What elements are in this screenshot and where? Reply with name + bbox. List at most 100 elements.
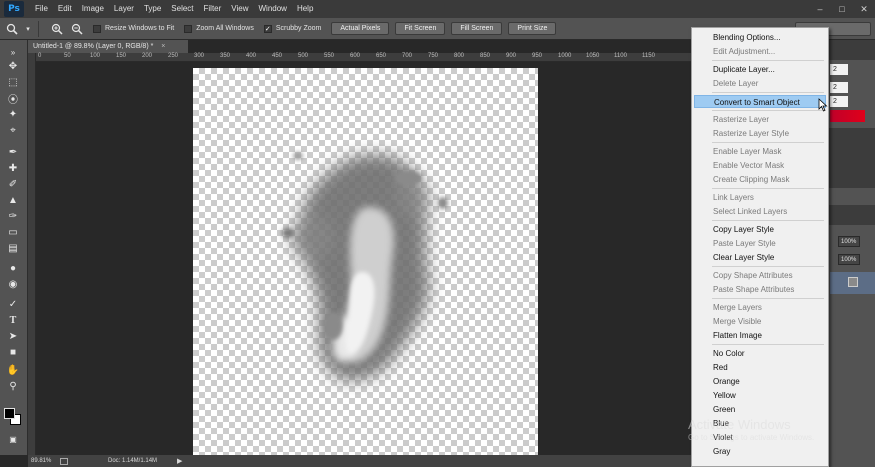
ruler-mark: 1050	[586, 53, 600, 59]
fit-screen-button[interactable]: Fit Screen	[395, 22, 446, 35]
history-brush-tool-icon[interactable]: ✑	[5, 210, 21, 223]
zoom-all-windows-checkbox[interactable]: Zoom All Windows	[184, 24, 254, 33]
menu-item-edit-adjustment[interactable]: Edit Adjustment...	[694, 45, 826, 58]
print-size-button[interactable]: Print Size	[508, 22, 557, 35]
menu-separator	[712, 344, 824, 345]
menu-item-orange[interactable]: Orange	[694, 375, 826, 388]
menu-item-duplicate-layer[interactable]: Duplicate Layer...	[694, 63, 826, 76]
opacity-field[interactable]: 100%	[838, 236, 860, 247]
zoom-in-icon[interactable]	[49, 21, 65, 37]
fill-field[interactable]: 100%	[838, 254, 860, 265]
menu-item-red[interactable]: Red	[694, 361, 826, 374]
checkbox-box[interactable]	[93, 24, 101, 33]
path-selection-tool-icon[interactable]: ➤	[5, 330, 21, 343]
document-tab[interactable]: Untitled-1 @ 89.8% (Layer 0, RGB/8) * ×	[28, 40, 188, 53]
resize-windows-checkbox[interactable]: Resize Windows to Fit	[93, 24, 175, 33]
menu-item-enable-layer-mask[interactable]: Enable Layer Mask	[694, 145, 826, 158]
menu-help[interactable]: Help	[292, 0, 318, 18]
scrubby-zoom-checkbox[interactable]: ✓ Scrubby Zoom	[263, 24, 321, 33]
image-canvas[interactable]	[193, 68, 538, 455]
menu-item-clear-layer-style[interactable]: Clear Layer Style	[694, 251, 826, 264]
menu-filter[interactable]: Filter	[199, 0, 227, 18]
color-ramp[interactable]	[830, 110, 865, 122]
menu-item-create-clipping-mask[interactable]: Create Clipping Mask	[694, 173, 826, 186]
menu-window[interactable]: Window	[254, 0, 292, 18]
divider	[38, 20, 39, 37]
menu-item-green[interactable]: Green	[694, 403, 826, 416]
menu-item-blending-options[interactable]: Blending Options...	[694, 31, 826, 44]
color-field-g[interactable]: 2	[830, 82, 848, 93]
checkmark-icon[interactable]: ✓	[263, 24, 272, 33]
crop-tool-icon[interactable]: ⌖	[5, 124, 21, 137]
zoom-out-icon[interactable]	[69, 21, 85, 37]
zoom-level[interactable]: 89.81%	[28, 458, 58, 464]
menu-item-merge-visible[interactable]: Merge Visible	[694, 315, 826, 328]
menu-item-violet[interactable]: Violet	[694, 431, 826, 444]
menu-item-paste-shape-attributes[interactable]: Paste Shape Attributes	[694, 283, 826, 296]
checkbox-label: Resize Windows to Fit	[105, 25, 175, 32]
dodge-tool-icon[interactable]: ◉	[5, 278, 21, 291]
zoom-tool-icon[interactable]	[4, 21, 20, 37]
menu-item-paste-layer-style[interactable]: Paste Layer Style	[694, 237, 826, 250]
menu-item-copy-layer-style[interactable]: Copy Layer Style	[694, 223, 826, 236]
menu-select[interactable]: Select	[166, 0, 198, 18]
collapse-icon[interactable]: »	[5, 46, 21, 59]
eraser-tool-icon[interactable]: ▭	[5, 226, 21, 239]
type-tool-icon[interactable]: T	[5, 314, 21, 327]
status-menu-arrow-icon[interactable]: ▶	[177, 457, 182, 465]
lasso-tool-icon[interactable]: ⦿	[5, 92, 21, 106]
menu-edit[interactable]: Edit	[53, 0, 77, 18]
ruler-mark: 100	[90, 53, 101, 59]
maximize-icon[interactable]: □	[831, 0, 853, 18]
blur-tool-icon[interactable]: ●	[5, 262, 21, 275]
menu-item-copy-shape-attributes[interactable]: Copy Shape Attributes	[694, 269, 826, 282]
ruler-mark: 1100	[614, 53, 627, 59]
chevron-down-icon[interactable]: ▾	[24, 21, 32, 37]
shape-tool-icon[interactable]: ■	[5, 346, 21, 359]
menu-item-convert-to-smart-object[interactable]: Convert to Smart Object	[694, 95, 826, 108]
pen-tool-icon[interactable]: ✓	[5, 298, 21, 311]
menu-item-select-linked-layers[interactable]: Select Linked Layers	[694, 205, 826, 218]
gradient-tool-icon[interactable]: ▤	[5, 242, 21, 255]
menu-item-link-layers[interactable]: Link Layers	[694, 191, 826, 204]
menu-item-flatten-image[interactable]: Flatten Image	[694, 329, 826, 342]
menu-item-enable-vector-mask[interactable]: Enable Vector Mask	[694, 159, 826, 172]
color-field-r[interactable]: 2	[830, 64, 848, 75]
layer-thumbnail-icon	[848, 277, 858, 287]
menu-image[interactable]: Image	[77, 0, 109, 18]
menu-file[interactable]: File	[30, 0, 53, 18]
menu-item-blue[interactable]: Blue	[694, 417, 826, 430]
checkbox-box[interactable]	[184, 24, 193, 33]
healing-tool-icon[interactable]: ✚	[5, 162, 21, 175]
menu-layer[interactable]: Layer	[109, 0, 139, 18]
foreground-color-swatch[interactable]	[4, 408, 15, 419]
minimize-icon[interactable]: –	[809, 0, 831, 18]
menu-type[interactable]: Type	[139, 0, 166, 18]
hand-tool-icon[interactable]: ✋	[5, 364, 21, 377]
menu-item-no-color[interactable]: No Color	[694, 347, 826, 360]
menu-item-rasterize-layer[interactable]: Rasterize Layer	[694, 113, 826, 126]
menu-item-rasterize-layer-style[interactable]: Rasterize Layer Style	[694, 127, 826, 140]
close-icon[interactable]: ✕	[853, 0, 875, 18]
brush-tool-icon[interactable]: ✐	[5, 178, 21, 191]
actual-pixels-button[interactable]: Actual Pixels	[331, 22, 390, 35]
eyedropper-tool-icon[interactable]: ✒	[5, 146, 21, 159]
marquee-tool-icon[interactable]: ⬚	[5, 76, 21, 89]
move-tool-icon[interactable]: ✥	[5, 60, 21, 73]
menu-view[interactable]: View	[226, 0, 253, 18]
clone-stamp-tool-icon[interactable]: ▲	[5, 194, 21, 207]
ruler-mark: 1000	[558, 53, 572, 59]
menu-item-merge-layers[interactable]: Merge Layers	[694, 301, 826, 314]
menu-item-gray[interactable]: Gray	[694, 445, 826, 458]
menu-item-delete-layer[interactable]: Delete Layer	[694, 77, 826, 90]
color-field-b[interactable]: 2	[830, 96, 848, 107]
quick-select-tool-icon[interactable]: ✦	[5, 108, 21, 121]
layer-row-selected[interactable]	[830, 272, 875, 294]
quick-mask-icon[interactable]: ▣	[5, 433, 21, 446]
menu-item-yellow[interactable]: Yellow	[694, 389, 826, 402]
close-tab-icon[interactable]: ×	[161, 43, 165, 50]
fill-screen-button[interactable]: Fill Screen	[451, 22, 503, 35]
zoom-tool-icon[interactable]: ⚲	[5, 380, 21, 393]
ruler-mark: 400	[246, 53, 257, 59]
ruler-mark: 500	[298, 53, 309, 59]
